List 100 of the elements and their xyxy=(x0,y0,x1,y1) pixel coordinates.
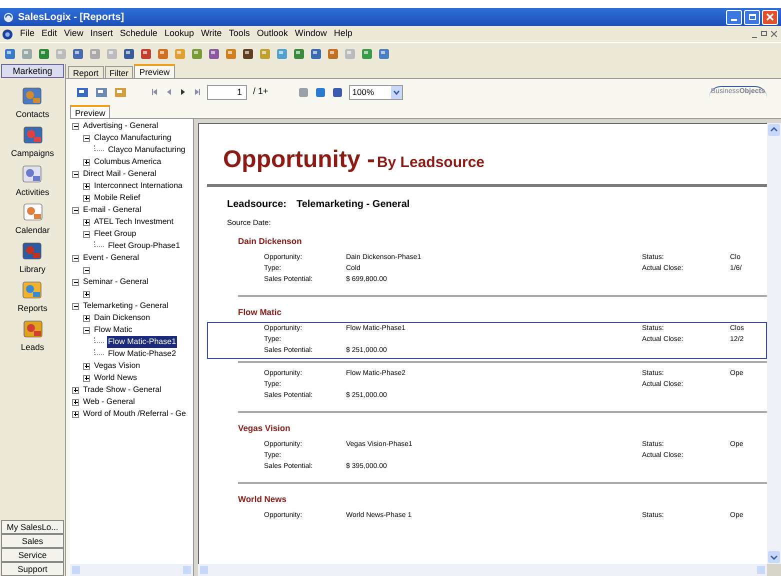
toolbar-icon[interactable] xyxy=(38,48,50,60)
panel-tab[interactable]: Preview xyxy=(70,105,110,118)
tab[interactable]: Report xyxy=(68,66,104,78)
tree-item[interactable]: Interconnect Internationa xyxy=(93,180,184,192)
tree-item[interactable]: Flow Matic-Phase2 xyxy=(107,348,178,360)
nav-bottom-button[interactable]: Support xyxy=(1,562,64,576)
viewer-tool-icon[interactable] xyxy=(95,86,108,98)
menu-item[interactable]: Outlook xyxy=(256,27,288,41)
next-page-icon[interactable] xyxy=(179,88,187,96)
viewer-action-icon[interactable] xyxy=(315,86,326,98)
menu-item[interactable]: Help xyxy=(334,27,352,41)
tree-item[interactable]: Word of Mouth /Referral - Ge xyxy=(82,408,187,420)
collapse-toggle[interactable] xyxy=(72,278,79,286)
tree-item[interactable]: World News xyxy=(93,372,138,384)
minimize-button[interactable] xyxy=(726,10,742,24)
toolbar-icon[interactable] xyxy=(72,48,84,60)
mdi-restore-icon[interactable] xyxy=(761,30,767,36)
nav-item[interactable]: Leads xyxy=(20,340,44,354)
menu-item[interactable]: Edit xyxy=(42,27,58,41)
scroll-down-icon[interactable] xyxy=(768,551,780,563)
tree-item[interactable]: Flow Matic-Phase1 xyxy=(107,336,178,348)
close-button[interactable] xyxy=(762,10,778,24)
horizontal-scrollbar[interactable] xyxy=(70,564,193,576)
nav-item[interactable]: Campaigns xyxy=(11,146,54,160)
toolbar-icon[interactable] xyxy=(242,48,254,60)
expand-toggle[interactable] xyxy=(83,362,90,370)
app-menu-icon[interactable] xyxy=(2,28,13,40)
mdi-close-icon[interactable] xyxy=(771,30,777,36)
viewer-action-icon[interactable] xyxy=(298,86,310,98)
expand-toggle[interactable] xyxy=(83,158,90,166)
viewer-action-icon[interactable] xyxy=(332,86,344,98)
toolbar-icon[interactable] xyxy=(208,48,220,60)
zoom-select[interactable]: 100% xyxy=(349,84,404,100)
toolbar-icon[interactable] xyxy=(140,48,152,60)
page-number-field[interactable]: 1 xyxy=(207,84,247,100)
collapse-toggle[interactable] xyxy=(83,134,90,142)
viewer-tool-icon[interactable] xyxy=(76,86,89,98)
last-page-icon[interactable] xyxy=(193,88,201,96)
scroll-up-icon[interactable] xyxy=(768,124,780,136)
tree-item[interactable]: Mobile Relief xyxy=(93,192,142,204)
tree-item[interactable]: Clayco Manufacturing xyxy=(93,132,172,144)
previous-page-icon[interactable] xyxy=(165,88,173,96)
nav-item[interactable]: Library xyxy=(20,263,46,276)
mdi-minimize-icon[interactable] xyxy=(752,36,757,38)
nav-item[interactable]: Reports xyxy=(18,302,48,314)
nav-item[interactable]: Contacts xyxy=(16,108,50,121)
tree-item[interactable]: Event - General xyxy=(82,252,140,264)
collapse-toggle[interactable] xyxy=(83,230,90,238)
expand-toggle[interactable] xyxy=(83,290,90,298)
expand-toggle[interactable] xyxy=(83,182,90,190)
tree-item[interactable]: E-mail - General xyxy=(82,204,142,216)
collapse-toggle[interactable] xyxy=(72,254,79,262)
toolbar-icon[interactable] xyxy=(4,48,16,60)
nav-bottom-button[interactable]: My SalesLo... xyxy=(1,520,64,534)
tree-item[interactable]: Columbus America xyxy=(93,156,162,168)
toolbar-icon[interactable] xyxy=(378,48,390,60)
tab[interactable]: Filter xyxy=(104,66,134,78)
nav-bottom-button[interactable]: Sales xyxy=(1,534,64,548)
menu-item[interactable]: View xyxy=(64,27,84,41)
toolbar-icon[interactable] xyxy=(293,48,305,60)
menu-item[interactable]: Schedule xyxy=(120,27,158,41)
menu-item[interactable]: Lookup xyxy=(164,27,194,41)
tab[interactable]: Preview xyxy=(134,64,175,78)
tree-item[interactable]: Seminar - General xyxy=(82,276,150,288)
menu-item[interactable]: Write xyxy=(200,27,222,41)
tree-item[interactable]: Fleet Group xyxy=(93,228,138,240)
collapse-toggle[interactable] xyxy=(72,122,79,130)
menu-item[interactable]: Tools xyxy=(228,27,250,41)
expand-toggle[interactable] xyxy=(72,410,79,418)
restore-button[interactable] xyxy=(744,10,760,24)
menu-item[interactable]: Window xyxy=(294,27,327,41)
tree-item[interactable]: Direct Mail - General xyxy=(82,168,158,180)
tree-item[interactable]: Clayco Manufacturing xyxy=(107,144,186,156)
tree-item[interactable]: Web - General xyxy=(82,396,136,408)
expand-toggle[interactable] xyxy=(83,194,90,202)
expand-toggle[interactable] xyxy=(83,314,90,322)
nav-group-button[interactable]: Marketing xyxy=(1,64,64,78)
tree-item[interactable]: ATEL Tech Investment xyxy=(93,216,174,228)
menu-item[interactable]: Insert xyxy=(90,27,113,41)
expand-toggle[interactable] xyxy=(83,218,90,226)
collapse-toggle[interactable] xyxy=(72,170,79,178)
expand-toggle[interactable] xyxy=(72,386,79,394)
tree-item[interactable]: Dain Dickenson xyxy=(93,312,152,324)
tree-item[interactable]: Flow Matic xyxy=(93,324,134,336)
menu-item[interactable]: File xyxy=(20,27,35,41)
tree-item[interactable]: Telemarketing - General xyxy=(82,300,170,312)
report-horizontal-scrollbar[interactable] xyxy=(198,564,767,576)
tree-item[interactable]: Trade Show - General xyxy=(82,384,162,396)
expand-toggle[interactable] xyxy=(72,398,79,406)
first-page-icon[interactable] xyxy=(151,88,159,96)
tree-item[interactable]: Fleet Group-Phase1 xyxy=(107,240,182,252)
collapse-toggle[interactable] xyxy=(72,302,79,310)
vertical-scrollbar[interactable] xyxy=(767,123,781,564)
collapse-toggle[interactable] xyxy=(83,326,90,334)
collapse-toggle[interactable] xyxy=(72,206,79,214)
collapse-toggle[interactable] xyxy=(83,266,90,274)
toolbar-icon[interactable] xyxy=(310,48,322,60)
nav-item[interactable]: Calendar xyxy=(15,224,50,237)
nav-item[interactable]: Activities xyxy=(16,186,50,198)
toolbar-icon[interactable] xyxy=(123,48,135,60)
